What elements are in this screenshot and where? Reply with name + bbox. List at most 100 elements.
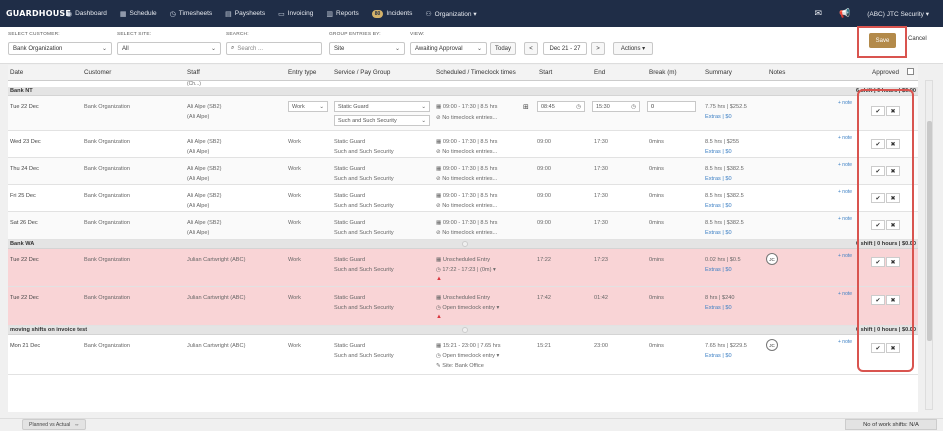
break-input[interactable]: 0	[647, 101, 696, 112]
col-scheduled[interactable]: Scheduled / Timeclock times	[436, 69, 516, 76]
col-notes[interactable]: Notes	[769, 69, 785, 76]
extras-link[interactable]: Extras | $0	[705, 176, 732, 182]
add-note-link[interactable]: + note	[838, 135, 852, 141]
col-summary[interactable]: Summary	[705, 69, 732, 76]
account-menu[interactable]: (ABC) JTC Security ▾	[867, 10, 929, 18]
col-date[interactable]: Date	[10, 69, 23, 76]
group-header: Bank NT 6 shift | 0 hours | $0.00	[8, 87, 918, 96]
nav-organization[interactable]: ⚇ Organization ▾	[425, 10, 476, 18]
col-customer[interactable]: Customer	[84, 69, 111, 76]
add-note-link[interactable]: + note	[838, 100, 852, 106]
customer-select[interactable]: Bank Organization ⌄	[8, 42, 112, 55]
col-start[interactable]: Start	[539, 69, 552, 76]
table-row: Tue 22 Dec Bank Organization Ali Alpe (S…	[8, 96, 918, 131]
customer-label: SELECT CUSTOMER:	[8, 32, 60, 37]
mail-icon[interactable]: ✉	[814, 8, 822, 19]
view-label: VIEW:	[410, 32, 425, 37]
col-service[interactable]: Service / Pay Group	[334, 69, 390, 76]
chevron-down-icon: ⌄	[210, 46, 216, 52]
group-by-label: GROUP ENTRIES BY:	[329, 32, 381, 37]
extras-link[interactable]: Extras | $0	[705, 203, 732, 209]
avatar[interactable]: JC	[766, 253, 778, 265]
add-note-link[interactable]: + note	[838, 253, 852, 259]
table-row: Tue 22 Dec Bank Organization Julian Cart…	[8, 249, 918, 287]
timesheet-table: Date Customer Staff Entry type Service /…	[8, 65, 918, 412]
extras-link[interactable]: Extras | $0	[705, 230, 732, 236]
nav-invoicing[interactable]: ▭ Invoicing	[278, 10, 313, 18]
search-input[interactable]: ⌕ Search ...	[226, 42, 322, 55]
add-note-link[interactable]: + note	[838, 162, 852, 168]
group-by-select[interactable]: Site ⌄	[329, 42, 405, 55]
group-toggle-icon[interactable]	[462, 241, 468, 247]
extras-link[interactable]: Extras | $0	[705, 267, 732, 273]
approve-all-checkbox[interactable]	[907, 68, 914, 75]
search-icon: ⌕	[231, 45, 235, 51]
table-row: Fri 25 Dec Bank Organization Ali Alpe (S…	[8, 185, 918, 212]
end-time-input[interactable]: 15:30 ◷	[592, 101, 640, 112]
table-header: Date Customer Staff Entry type Service /…	[8, 65, 918, 81]
chevron-down-icon: ⌄	[421, 103, 426, 110]
nav-timesheets[interactable]: ◷ Timesheets	[170, 10, 212, 18]
table-row: Tue 22 Dec Bank Organization Julian Cart…	[8, 287, 918, 326]
chevron-down-icon: ⌄	[319, 103, 324, 110]
col-staff[interactable]: Staff	[187, 69, 200, 76]
group-toggle-icon[interactable]	[462, 327, 468, 333]
avatar[interactable]: JC	[766, 339, 778, 351]
invoice-icon: ▭	[278, 10, 285, 18]
today-button[interactable]: Today	[490, 42, 516, 55]
group-header: Bank WA 0 shift | 0 hours | $0.00	[8, 240, 918, 249]
actions-dropdown[interactable]: Actions ▾	[613, 42, 653, 55]
next-week-button[interactable]: >	[591, 42, 605, 55]
start-time-input[interactable]: 08:45 ◷	[537, 101, 585, 112]
nav-incidents[interactable]: 80 Incidents	[371, 9, 412, 18]
prev-week-button[interactable]: <	[524, 42, 538, 55]
incidents-count-badge: 80	[371, 9, 384, 18]
view-select[interactable]: Awaiting Approval ⌄	[410, 42, 487, 55]
nav-right: ✉ 📢 (ABC) JTC Security ▾	[814, 0, 943, 27]
calendar-icon: ▦	[119, 10, 127, 18]
extras-link[interactable]: Extras | $0	[705, 305, 732, 311]
work-shifts-count: No of work shifts: N/A	[845, 419, 937, 430]
add-note-link[interactable]: + note	[838, 216, 852, 222]
pay-group-select[interactable]: Such and Such Security ⌄	[334, 115, 430, 126]
clock-icon: ◷	[576, 103, 581, 110]
entry-type-select[interactable]: Work ⌄	[288, 101, 328, 112]
save-button[interactable]: Save	[869, 33, 896, 48]
add-note-link[interactable]: + note	[838, 189, 852, 195]
footer-bar	[0, 418, 943, 431]
add-note-link[interactable]: + note	[838, 339, 852, 345]
scrollbar-thumb[interactable]	[927, 121, 932, 341]
dashboard-icon: ◉	[66, 10, 73, 18]
toggle-icon: ⇔	[74, 421, 80, 428]
copy-time-icon[interactable]: ⊞	[523, 103, 529, 111]
nav-paysheets[interactable]: ▤ Paysheets	[225, 10, 265, 18]
extras-link[interactable]: Extras | $0	[705, 149, 732, 155]
nav-schedule[interactable]: ▦ Schedule	[120, 10, 157, 18]
nav-reports[interactable]: ▥ Reports	[326, 10, 358, 18]
cancel-button[interactable]: Cancel	[908, 36, 927, 42]
app-logo[interactable]: GUARDHOUSE	[6, 9, 71, 18]
service-select[interactable]: Static Guard ⌄	[334, 101, 430, 112]
site-select[interactable]: All ⌄	[117, 42, 221, 55]
table-scrollbar[interactable]	[925, 80, 933, 410]
date-range[interactable]: Dec 21 - 27	[543, 42, 587, 55]
planned-vs-actual-button[interactable]: Planned vs Actual ⇔	[22, 419, 87, 430]
add-note-link[interactable]: + note	[838, 291, 852, 297]
chevron-down-icon: ⌄	[476, 46, 482, 52]
filter-bar: SELECT CUSTOMER: Bank Organization ⌄ SELE…	[0, 27, 943, 64]
col-break[interactable]: Break (m)	[649, 69, 677, 76]
col-entry-type[interactable]: Entry type	[288, 69, 316, 76]
group-header: moving shifts on invoice test 0 shift | …	[8, 326, 918, 335]
megaphone-icon[interactable]: 📢	[839, 8, 850, 19]
table-row: Sat 26 Dec Bank Organization Ali Alpe (S…	[8, 212, 918, 240]
col-approved[interactable]: Approved	[872, 69, 899, 76]
nav-dashboard[interactable]: ◉ Dashboard	[66, 10, 107, 18]
extras-link[interactable]: Extras | $0	[705, 114, 732, 120]
table-row: Thu 24 Dec Bank Organization Ali Alpe (S…	[8, 158, 918, 185]
extras-link[interactable]: Extras | $0	[705, 353, 732, 359]
warning-icon: ▲	[436, 314, 442, 320]
search-label: SEARCH:	[226, 32, 249, 37]
col-end[interactable]: End	[594, 69, 605, 76]
table-row: Wed 23 Dec Bank Organization Ali Alpe (S…	[8, 131, 918, 158]
warning-icon: ▲	[436, 276, 442, 282]
